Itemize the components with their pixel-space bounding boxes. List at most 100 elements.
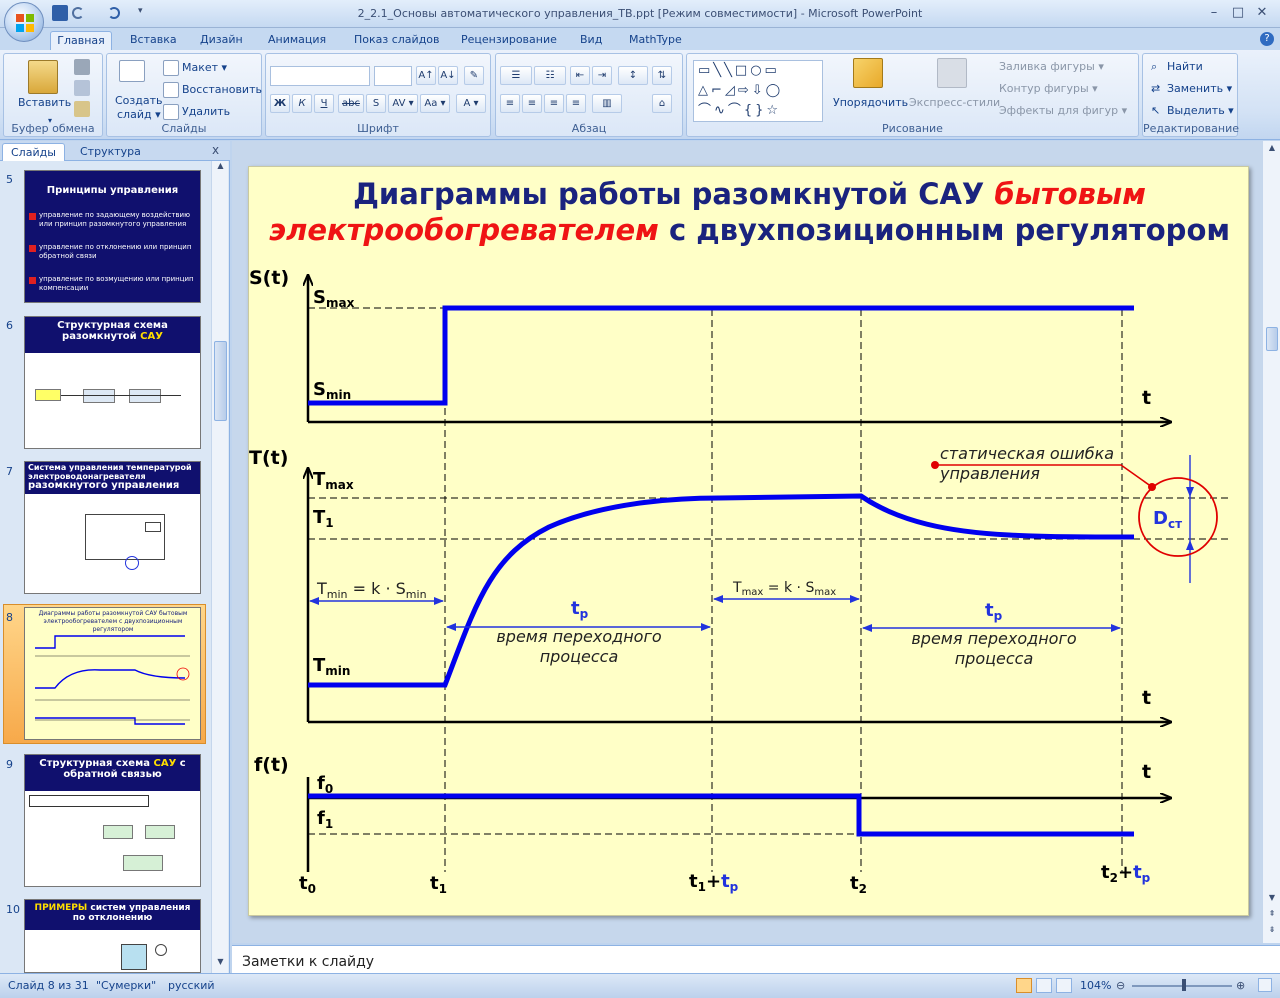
scroll-down-icon[interactable]: ▼	[214, 957, 227, 971]
slideshow-icon[interactable]	[1056, 978, 1072, 993]
prev-slide-icon[interactable]: ⇞	[1266, 909, 1278, 921]
label-smin: Smin	[313, 379, 351, 402]
slide-canvas[interactable]: Диаграммы работы разомкнутой САУ бытовым…	[248, 166, 1249, 916]
case-button[interactable]: Aa ▾	[420, 94, 450, 113]
tab-design[interactable]: Дизайн	[196, 31, 247, 50]
clear-format-button[interactable]: ✎	[464, 66, 484, 85]
tab-mathtype[interactable]: MathType	[625, 31, 686, 50]
tab-animation[interactable]: Анимация	[264, 31, 330, 50]
next-slide-icon[interactable]: ⇟	[1266, 925, 1278, 937]
close-button[interactable]: ✕	[1251, 4, 1273, 22]
font-color-button[interactable]: A ▾	[456, 94, 486, 113]
tab-review[interactable]: Рецензирование	[457, 31, 561, 50]
justify-icon[interactable]: ≡	[566, 94, 586, 113]
slide-thumbnail-7[interactable]: Система управления температурой электров…	[24, 461, 201, 594]
panel-scrollbar[interactable]: ▲ ▼	[211, 161, 228, 973]
smartart-icon[interactable]: ⌂	[652, 94, 672, 113]
numbering-icon[interactable]: ☷	[534, 66, 566, 85]
thumb-bullet-icon	[29, 245, 36, 252]
find-button[interactable]: Найти	[1167, 60, 1203, 73]
shape-effects-button[interactable]: Эффекты для фигур ▾	[999, 104, 1127, 117]
tab-slides[interactable]: Слайды	[2, 143, 65, 161]
tab-insert[interactable]: Вставка	[126, 31, 181, 50]
static-error-label-2: управления	[939, 464, 1040, 483]
label-tmax: Tmax	[313, 469, 354, 492]
office-button[interactable]	[4, 2, 44, 42]
fit-to-window-icon[interactable]	[1258, 978, 1272, 992]
text-direction-icon[interactable]: ⇅	[652, 66, 672, 85]
new-slide-icon[interactable]	[119, 60, 145, 82]
tab-home[interactable]: Главная	[50, 31, 112, 50]
reset-button[interactable]: Восстановить	[182, 83, 262, 96]
scroll-thumb[interactable]	[1266, 327, 1278, 351]
notes-pane[interactable]: Заметки к слайду	[232, 945, 1280, 973]
slide-thumbnail-8[interactable]: Диаграммы работы разомкнутой САУ бытовым…	[24, 607, 201, 740]
zoom-out-icon[interactable]: ⊖	[1116, 979, 1125, 992]
new-slide-button[interactable]: Создать	[115, 94, 163, 107]
group-label-clipboard: Буфер обмена	[11, 122, 95, 135]
grow-font-button[interactable]: A↑	[416, 66, 436, 85]
cut-icon[interactable]	[74, 59, 90, 75]
spacing-button[interactable]: AV ▾	[388, 94, 418, 113]
new-slide-dropdown[interactable]: слайд ▾	[117, 108, 161, 121]
help-icon[interactable]: ?	[1260, 32, 1274, 46]
slide-thumbnail-10[interactable]: ПРИМЕРЫ систем управления по отклонению	[24, 899, 201, 973]
font-name-input[interactable]	[270, 66, 370, 86]
bullets-icon[interactable]: ☰	[500, 66, 532, 85]
tab-slideshow[interactable]: Показ слайдов	[350, 31, 444, 50]
delete-slide-button[interactable]: Удалить	[182, 105, 230, 118]
scroll-up-icon[interactable]: ▲	[214, 161, 227, 175]
align-center-icon[interactable]: ≡	[522, 94, 542, 113]
font-size-input[interactable]	[374, 66, 412, 86]
shapes-gallery[interactable]: ▭╲╲□○▭ △⌐◿⇨⇩◯ ⌒∿⌒{}☆	[693, 60, 823, 122]
layout-button[interactable]: Макет ▾	[182, 61, 227, 74]
shrink-font-button[interactable]: A↓	[438, 66, 458, 85]
copy-icon[interactable]	[74, 80, 90, 96]
line-spacing-icon[interactable]: ↕	[618, 66, 648, 85]
align-left-icon[interactable]: ≡	[500, 94, 520, 113]
thumb-title: ПРИМЕРЫ систем управления по отклонению	[25, 900, 200, 930]
quick-styles-button[interactable]: Экспресс-стили	[909, 96, 1000, 109]
italic-button[interactable]: К	[292, 94, 312, 113]
strike-button[interactable]: abc	[338, 94, 364, 113]
slide-scrollbar[interactable]: ▲ ▼ ⇞ ⇟	[1262, 141, 1280, 943]
paste-button[interactable]: Вставить	[18, 96, 71, 109]
panel-close-icon[interactable]: x	[212, 143, 219, 157]
columns-icon[interactable]: ▥	[592, 94, 622, 113]
select-button[interactable]: Выделить ▾	[1167, 104, 1234, 117]
increase-indent-icon[interactable]: ⇥	[592, 66, 612, 85]
title-bar: ▾ 2_2.1_Основы автоматического управлени…	[0, 0, 1280, 28]
replace-button[interactable]: Заменить ▾	[1167, 82, 1232, 95]
format-painter-icon[interactable]	[74, 101, 90, 117]
paste-icon[interactable]	[28, 60, 58, 94]
scroll-up-icon[interactable]: ▲	[1266, 143, 1278, 155]
scroll-thumb[interactable]	[214, 341, 227, 421]
tab-view[interactable]: Вид	[576, 31, 606, 50]
arrange-icon[interactable]	[853, 58, 883, 88]
bold-button[interactable]: Ж	[270, 94, 290, 113]
decrease-indent-icon[interactable]: ⇤	[570, 66, 590, 85]
slide-sorter-icon[interactable]	[1036, 978, 1052, 993]
status-language[interactable]: русский	[168, 979, 215, 992]
quick-styles-icon[interactable]	[937, 58, 967, 88]
zoom-in-icon[interactable]: ⊕	[1236, 979, 1245, 992]
maximize-button[interactable]: □	[1227, 4, 1249, 22]
underline-button[interactable]: Ч	[314, 94, 334, 113]
notes-placeholder[interactable]: Заметки к слайду	[242, 954, 374, 970]
slide-thumbnail-9[interactable]: Структурная схема САУ с обратной связью	[24, 754, 201, 887]
group-paragraph: ☰ ☷ ⇤ ⇥ ↕ ⇅ ≡ ≡ ≡ ≡ ▥ ⌂ Абзац	[495, 53, 683, 137]
shape-outline-button[interactable]: Контур фигуры ▾	[999, 82, 1098, 95]
zoom-level[interactable]: 104%	[1080, 979, 1111, 992]
shape-fill-button[interactable]: Заливка фигуры ▾	[999, 60, 1104, 73]
tab-outline[interactable]: Структура	[72, 143, 149, 161]
shadow-button[interactable]: S	[366, 94, 386, 113]
normal-view-icon[interactable]	[1016, 978, 1032, 993]
office-logo-icon	[16, 14, 34, 32]
arrange-button[interactable]: Упорядочить	[833, 96, 908, 109]
slide-thumbnail-5[interactable]: Принципы управления управление по задающ…	[24, 170, 201, 303]
zoom-thumb[interactable]	[1182, 979, 1186, 991]
minimize-button[interactable]: –	[1203, 4, 1225, 22]
scroll-down-icon[interactable]: ▼	[1266, 893, 1278, 905]
align-right-icon[interactable]: ≡	[544, 94, 564, 113]
slide-thumbnail-6[interactable]: Структурная схема разомкнутой САУ	[24, 316, 201, 449]
